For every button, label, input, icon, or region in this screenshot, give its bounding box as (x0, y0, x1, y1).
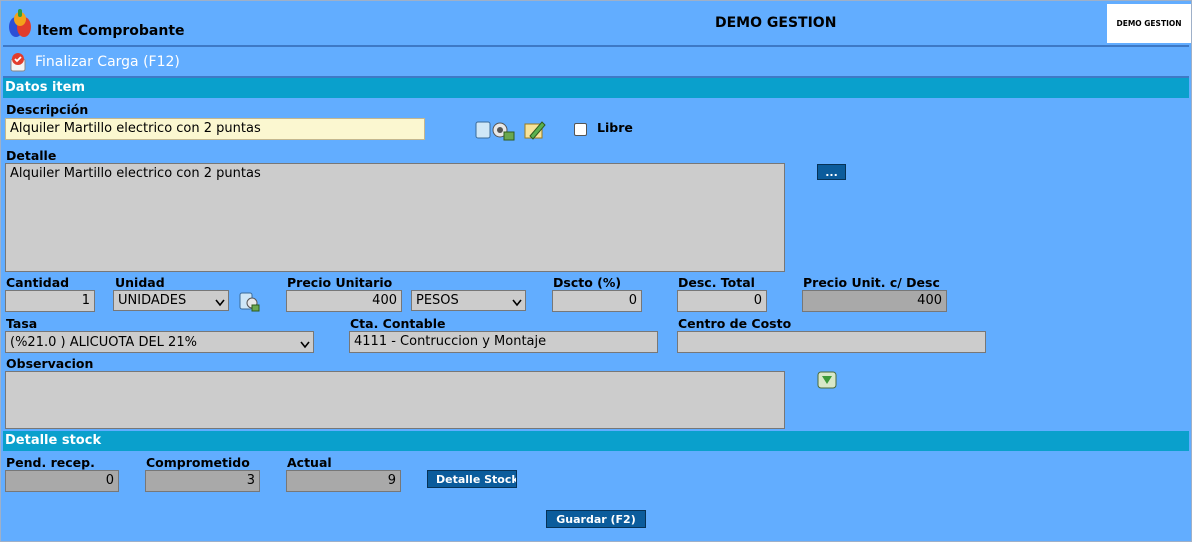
tasa-select[interactable]: (%21.0 ) ALICUOTA DEL 21% (5, 331, 314, 353)
detalle-textarea[interactable]: Alquiler Martillo electrico con 2 puntas (5, 163, 785, 272)
expand-down-icon[interactable] (817, 371, 837, 389)
finalize-label: Finalizar Carga (F12) (35, 54, 180, 70)
detalle-more-button[interactable]: ... (817, 164, 846, 180)
comprometido-value: 3 (145, 470, 260, 492)
dscto-input[interactable]: 0 (552, 290, 642, 312)
tasa-selected-value: (%21.0 ) ALICUOTA DEL 21% (10, 334, 197, 350)
company-logo: DEMO GESTION (1107, 4, 1191, 43)
page-title: Item Comprobante (37, 23, 185, 39)
actual-value: 9 (286, 470, 401, 492)
observacion-label: Observacion (6, 356, 94, 371)
chevron-down-icon (512, 296, 522, 307)
observacion-textarea[interactable] (5, 371, 785, 429)
moneda-select[interactable]: PESOS (411, 290, 526, 311)
item-comprobante-window: Item Comprobante DEMO GESTION DEMO GESTI… (0, 0, 1192, 542)
cantidad-label: Cantidad (6, 275, 70, 290)
libre-checkbox[interactable] (574, 123, 587, 136)
actual-label: Actual (287, 455, 332, 470)
detalle-stock-button[interactable]: Detalle Stock (427, 470, 517, 488)
descripcion-input[interactable]: Alquiler Martillo electrico con 2 puntas (5, 118, 425, 140)
cta-contable-input[interactable]: 4111 - Contruccion y Montaje (349, 331, 658, 353)
precio-unitario-input[interactable]: 400 (286, 290, 402, 312)
finalize-load-button[interactable]: Finalizar Carga (F12) (7, 50, 180, 74)
save-button[interactable]: Guardar (F2) (546, 510, 646, 528)
centro-costo-label: Centro de Costo (678, 316, 792, 331)
pend-recep-value: 0 (5, 470, 119, 492)
cta-contable-label: Cta. Contable (350, 316, 446, 331)
edit-note-icon[interactable] (522, 118, 548, 142)
company-name: DEMO GESTION (715, 15, 837, 31)
section-datos-item: Datos item (3, 78, 1189, 98)
chevron-down-icon (300, 338, 310, 348)
header-divider (3, 45, 1189, 47)
search-product-icon[interactable] (474, 118, 516, 142)
header-bar: Item Comprobante DEMO GESTION DEMO GESTI… (1, 1, 1191, 45)
finalize-icon (7, 51, 29, 73)
unidad-selected-value: UNIDADES (118, 293, 187, 308)
desc-total-label: Desc. Total (678, 275, 755, 290)
comprometido-label: Comprometido (146, 455, 250, 470)
precio-unitario-label: Precio Unitario (287, 275, 393, 290)
descripcion-label: Descripción (6, 102, 89, 117)
tasa-label: Tasa (6, 316, 38, 331)
pend-recep-label: Pend. recep. (6, 455, 95, 470)
precio-unit-desc-label: Precio Unit. c/ Desc (803, 275, 940, 290)
chevron-down-icon (215, 296, 225, 307)
unidad-label: Unidad (115, 275, 165, 290)
app-logo-icon (7, 7, 33, 39)
cantidad-input[interactable]: 1 (5, 290, 95, 312)
dscto-label: Dscto (%) (553, 275, 622, 290)
unit-lookup-icon[interactable] (238, 289, 260, 313)
libre-label: Libre (597, 120, 633, 135)
desc-total-input[interactable]: 0 (677, 290, 767, 312)
section-detalle-stock: Detalle stock (3, 431, 1189, 451)
centro-costo-input[interactable] (677, 331, 986, 353)
precio-unit-desc-value: 400 (802, 290, 947, 312)
detalle-label: Detalle (6, 148, 57, 163)
moneda-selected-value: PESOS (416, 293, 459, 308)
unidad-select[interactable]: UNIDADES (113, 290, 229, 311)
